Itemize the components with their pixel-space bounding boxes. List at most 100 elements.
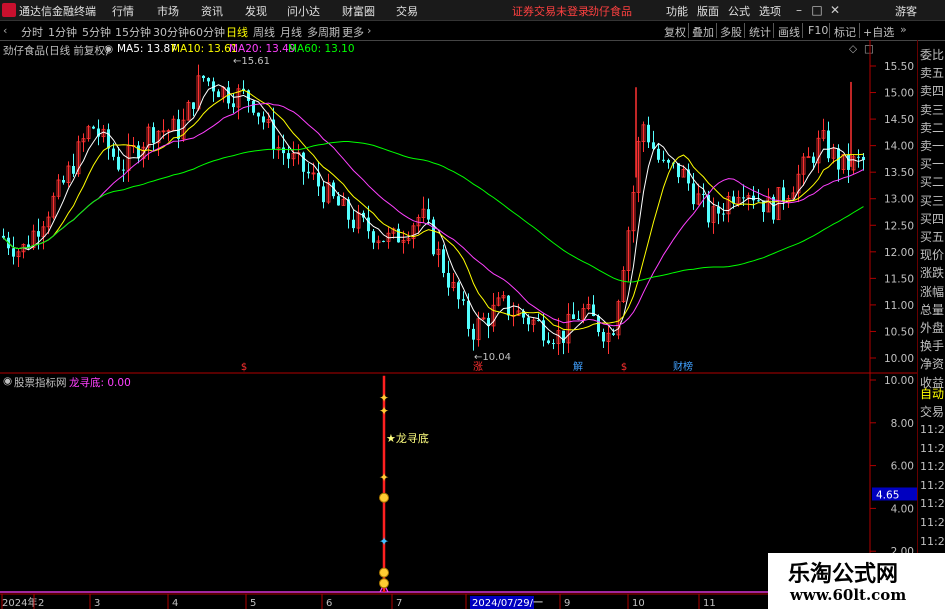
guest-label[interactable]: 游客 bbox=[895, 3, 917, 19]
candle-body bbox=[257, 112, 260, 117]
candle-body bbox=[37, 231, 40, 237]
login-status[interactable]: 证券交易未登录 bbox=[512, 3, 589, 19]
event-marker: $ bbox=[241, 362, 247, 373]
candle-body bbox=[562, 330, 565, 343]
candle-body bbox=[657, 148, 660, 160]
candle-body bbox=[507, 295, 510, 316]
overlay-button[interactable]: 叠加 bbox=[692, 24, 714, 40]
price-tick-label: 14.50 bbox=[884, 114, 914, 126]
tab-period-daily[interactable]: 日线 bbox=[226, 24, 248, 40]
candle-body bbox=[457, 282, 460, 300]
menu-item-market[interactable]: 市场 bbox=[157, 3, 179, 19]
candle-body bbox=[302, 152, 305, 172]
x-tick-label: 7 bbox=[396, 598, 402, 609]
candle-body bbox=[352, 219, 355, 229]
candle-body bbox=[812, 156, 815, 163]
candle-body bbox=[612, 333, 615, 335]
candle-body bbox=[572, 314, 575, 319]
menu-item-quotes[interactable]: 行情 bbox=[112, 3, 134, 19]
quote-label: 涨幅 bbox=[920, 284, 945, 299]
event-marker: 涨 bbox=[473, 361, 483, 373]
candle-body bbox=[757, 200, 760, 202]
quote-label: 买四 bbox=[920, 211, 945, 226]
tick-time: 11:29 bbox=[920, 516, 945, 529]
chevron-right-icon[interactable]: › bbox=[367, 24, 371, 37]
kline-chart[interactable]: 15.50 15.00 14.50 14.00 13.50 13.00 12.50 12.00… bbox=[0, 40, 917, 609]
menu-item-trade[interactable]: 交易 bbox=[396, 3, 418, 19]
tab-period-1min[interactable]: 1分钟 bbox=[48, 24, 77, 40]
f10-button[interactable]: F10 bbox=[808, 24, 828, 37]
menu-item-formula[interactable]: 公式 bbox=[728, 3, 750, 19]
candle-body bbox=[232, 103, 235, 108]
candle-body bbox=[337, 196, 340, 206]
ma60-line bbox=[3, 141, 864, 283]
quote-label: 外盘 bbox=[920, 321, 945, 335]
multi-stock-button[interactable]: 多股 bbox=[720, 24, 742, 40]
tab-period-more[interactable]: 更多 bbox=[342, 24, 364, 40]
candle-body bbox=[252, 100, 255, 113]
menu-item-layout[interactable]: 版面 bbox=[697, 3, 719, 19]
quote-label: 涨跌 bbox=[920, 266, 945, 281]
tab-period-monthly[interactable]: 月线 bbox=[280, 24, 302, 40]
price-tick-label: 10.00 bbox=[884, 353, 914, 365]
tab-period-30min[interactable]: 30分钟 bbox=[153, 24, 189, 40]
mark-button[interactable]: 标记 bbox=[834, 24, 856, 40]
app-title: 通达信金融终端 bbox=[19, 5, 96, 18]
quote-label: 总量 bbox=[920, 302, 945, 317]
quote-label: 委比 bbox=[920, 48, 945, 62]
menu-item-options[interactable]: 选项 bbox=[759, 3, 781, 19]
candle-body bbox=[122, 169, 125, 171]
candle-body bbox=[307, 171, 310, 174]
candle-body bbox=[552, 343, 555, 345]
x-tick-label: 3 bbox=[94, 598, 100, 609]
candle-body bbox=[782, 187, 785, 202]
minimize-icon[interactable]: – bbox=[791, 2, 807, 18]
quote-label: 卖一 bbox=[920, 139, 945, 153]
candle-body bbox=[112, 148, 115, 157]
price-tick-label: 15.00 bbox=[884, 88, 914, 100]
quote-label: 买三 bbox=[920, 193, 945, 208]
x-tick-label: 5 bbox=[250, 598, 256, 609]
tick-time: 11:29 bbox=[920, 478, 945, 492]
trade-label[interactable]: 交易 bbox=[920, 403, 944, 420]
candle-body bbox=[92, 126, 95, 129]
auto-label[interactable]: 自动 bbox=[920, 385, 944, 402]
tab-period-weekly[interactable]: 周线 bbox=[253, 24, 275, 40]
x-tick-label: 4 bbox=[172, 598, 178, 609]
candle-body bbox=[192, 102, 195, 109]
toolbar-divider bbox=[829, 23, 830, 38]
quote-label: 买二 bbox=[920, 175, 945, 190]
menu-item-discover[interactable]: 发现 bbox=[245, 3, 267, 19]
menu-item-ask[interactable]: 问小达 bbox=[287, 3, 320, 19]
candle-body bbox=[742, 197, 745, 199]
tick-time: 11:28 bbox=[920, 460, 945, 474]
price-tick-label: 11.00 bbox=[884, 300, 914, 312]
menu-item-fortune[interactable]: 财富圈 bbox=[342, 3, 375, 19]
chevron-left-icon[interactable]: ‹ bbox=[3, 24, 7, 37]
collapse-icon[interactable]: » bbox=[900, 23, 907, 36]
draw-line-button[interactable]: 画线 bbox=[778, 24, 800, 40]
price-tick-label: 12.50 bbox=[884, 220, 914, 232]
candle-body bbox=[847, 154, 850, 170]
menu-item-news[interactable]: 资讯 bbox=[201, 3, 223, 19]
quote-label: 卖二 bbox=[920, 120, 945, 135]
price-tick-label: 15.50 bbox=[884, 61, 914, 73]
event-marker: 解 bbox=[573, 360, 583, 373]
tab-period-5min[interactable]: 5分钟 bbox=[82, 24, 111, 40]
maximize-icon[interactable]: □ bbox=[809, 2, 825, 18]
candle-body bbox=[647, 124, 650, 143]
tab-period-15min[interactable]: 15分钟 bbox=[115, 24, 151, 40]
close-icon[interactable]: ✕ bbox=[827, 2, 843, 18]
butterfly-icon: ✦ bbox=[379, 470, 389, 484]
candle-body bbox=[702, 193, 705, 195]
restore-rights-button[interactable]: 复权 bbox=[664, 24, 686, 40]
candle-body bbox=[467, 300, 470, 329]
candle-body bbox=[382, 240, 385, 242]
tab-period-60min[interactable]: 60分钟 bbox=[189, 24, 225, 40]
candle-body bbox=[752, 195, 755, 201]
statistics-button[interactable]: 统计 bbox=[749, 24, 771, 40]
tab-period-intraday[interactable]: 分时 bbox=[21, 24, 43, 40]
add-watchlist-button[interactable]: +自选 bbox=[863, 24, 894, 40]
tab-period-multi[interactable]: 多周期 bbox=[307, 24, 340, 40]
menu-item-function[interactable]: 功能 bbox=[666, 3, 688, 19]
